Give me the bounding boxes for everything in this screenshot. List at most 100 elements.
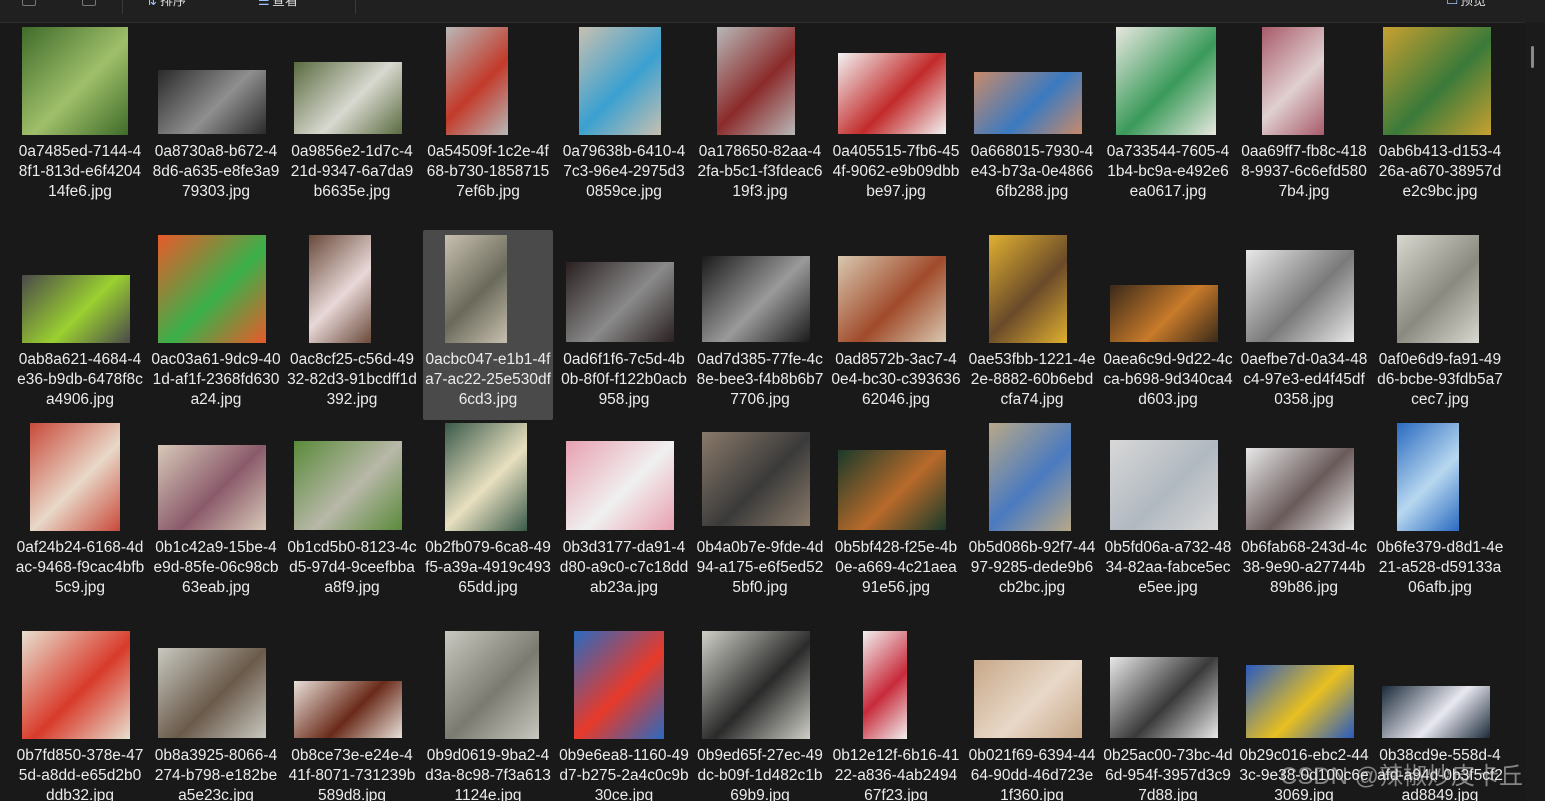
file-item[interactable]: 0b4a0b7e-9fde-4d94-a175-e6f5ed525bf0.jpg bbox=[695, 418, 825, 608]
file-item[interactable]: 0a8730a8-b672-48d6-a635-e8fe3a979303.jpg bbox=[151, 22, 281, 212]
file-item[interactable]: 0b6fab68-243d-4c38-9e90-a27744b89b86.jpg bbox=[1239, 418, 1369, 608]
file-name: 0a7485ed-7144-48f1-813d-e6f420414fe6.jpg bbox=[18, 143, 142, 200]
sort-button[interactable]: ⇅ 排序 bbox=[146, 0, 186, 10]
file-name: 0a668015-7930-4e43-b73a-0e48666fb288.jpg bbox=[970, 143, 1094, 200]
file-name: 0ab8a621-4684-4e36-b9db-6478f8ca4906.jpg bbox=[17, 351, 143, 408]
file-name: 0b5fd06a-a732-4834-82aa-fabce5ece5ee.jpg bbox=[1104, 539, 1232, 596]
view-icon: ☰ bbox=[258, 0, 270, 9]
preview-button[interactable]: ▭ 预览 bbox=[1446, 0, 1486, 10]
file-item[interactable]: 0af0e6d9-fa91-49d6-bcbe-93fdb5a7cec7.jpg bbox=[1375, 230, 1505, 420]
file-item[interactable]: 0b2fb079-6ca8-49f5-a39a-4919c49365dd.jpg bbox=[423, 418, 553, 608]
file-thumbnail bbox=[445, 631, 539, 739]
file-thumbnail bbox=[1382, 686, 1490, 738]
file-item[interactable]: 0a405515-7fb6-454f-9062-e9b09dbbbe97.jpg bbox=[831, 22, 961, 212]
file-name: 0b7fd850-378e-475d-a8dd-e65d2b0ddb32.jpg bbox=[16, 747, 144, 801]
vertical-scrollbar[interactable] bbox=[1525, 22, 1545, 801]
file-name: 0aea6c9d-9d22-4cca-b698-9d340ca4d603.jpg bbox=[1103, 351, 1233, 408]
file-thumbnail bbox=[446, 27, 508, 135]
file-item[interactable]: 0b5bf428-f25e-4b0e-a669-4c21aea91e56.jpg bbox=[831, 418, 961, 608]
file-item[interactable]: 0a668015-7930-4e43-b73a-0e48666fb288.jpg bbox=[967, 22, 1097, 212]
view-button[interactable]: ☰ 查看 bbox=[258, 0, 298, 10]
file-thumbnail bbox=[30, 423, 120, 531]
file-thumbnail bbox=[1116, 27, 1216, 135]
select-checkbox[interactable] bbox=[22, 0, 36, 6]
file-thumbnail bbox=[22, 275, 130, 343]
file-item[interactable]: 0ac8cf25-c56d-4932-82d3-91bcdff1d392.jpg bbox=[287, 230, 417, 420]
file-item[interactable]: 0b6fe379-d8d1-4e21-a528-d59133a06afb.jpg bbox=[1375, 418, 1505, 608]
file-item[interactable]: 0aa69ff7-fb8c-4188-9937-6c6efd5807b4.jpg bbox=[1239, 22, 1369, 212]
watermark: CSDN @辣椒炒皮卡丘 bbox=[1280, 763, 1524, 790]
file-thumbnail bbox=[838, 256, 946, 342]
file-item[interactable]: 0b1c42a9-15be-4e9d-85fe-06c98cb63eab.jpg bbox=[151, 418, 281, 608]
file-thumbnail bbox=[574, 631, 664, 739]
file-thumbnail bbox=[974, 660, 1082, 738]
file-item[interactable]: 0b12e12f-6b16-4122-a836-4ab249467f23.jpg bbox=[831, 626, 961, 801]
file-item[interactable]: 0a79638b-6410-47c3-96e4-2975d30859ce.jpg bbox=[559, 22, 689, 212]
file-item[interactable]: 0b021f69-6394-4464-90dd-46d723e1f360.jpg bbox=[967, 626, 1097, 801]
file-name: 0b021f69-6394-4464-90dd-46d723e1f360.jpg bbox=[968, 747, 1096, 801]
file-name: 0a79638b-6410-47c3-96e4-2975d30859ce.jpg bbox=[562, 143, 686, 200]
file-item[interactable]: 0b9d0619-9ba2-4d3a-8c98-7f3a6131124e.jpg bbox=[423, 626, 553, 801]
file-thumbnail bbox=[158, 235, 266, 343]
file-item[interactable]: 0b8a3925-8066-4274-b798-e182bea5e23c.jpg bbox=[151, 626, 281, 801]
file-item[interactable]: 0ab8a621-4684-4e36-b9db-6478f8ca4906.jpg bbox=[15, 230, 145, 420]
file-name: 0b2fb079-6ca8-49f5-a39a-4919c49365dd.jpg bbox=[425, 539, 551, 596]
file-thumbnail bbox=[1246, 448, 1354, 530]
file-name: 0b8a3925-8066-4274-b798-e182bea5e23c.jpg bbox=[154, 747, 278, 801]
file-item[interactable]: 0acbc047-e1b1-4fa7-ac22-25e530df6cd3.jpg bbox=[423, 230, 553, 420]
file-item[interactable]: 0aea6c9d-9d22-4cca-b698-9d340ca4d603.jpg bbox=[1103, 230, 1233, 420]
file-item[interactable]: 0ad7d385-77fe-4c8e-bee3-f4b8b6b77706.jpg bbox=[695, 230, 825, 420]
file-thumbnail bbox=[445, 235, 507, 343]
file-thumbnail bbox=[1397, 423, 1459, 531]
file-name: 0a733544-7605-41b4-bc9a-e492e6ea0617.jpg bbox=[1106, 143, 1230, 200]
file-item[interactable]: 0b5fd06a-a732-4834-82aa-fabce5ece5ee.jpg bbox=[1103, 418, 1233, 608]
toolbar-divider-2 bbox=[355, 0, 356, 14]
file-item[interactable]: 0a54509f-1c2e-4f68-b730-18587157ef6b.jpg bbox=[423, 22, 553, 212]
file-thumbnail bbox=[1246, 665, 1354, 738]
file-name: 0af0e6d9-fa91-49d6-bcbe-93fdb5a7cec7.jpg bbox=[1377, 351, 1503, 408]
file-item[interactable]: 0a7485ed-7144-48f1-813d-e6f420414fe6.jpg bbox=[15, 22, 145, 212]
file-item[interactable]: 0b9e6ea8-1160-49d7-b275-2a4c0c9b30ce.jpg bbox=[559, 626, 689, 801]
file-thumbnail bbox=[566, 441, 674, 530]
file-item[interactable]: 0ad8572b-3ac7-40e4-bc30-c39363662046.jpg bbox=[831, 230, 961, 420]
file-item[interactable]: 0aefbe7d-0a34-48c4-97e3-ed4f45df0358.jpg bbox=[1239, 230, 1369, 420]
view-label: 查看 bbox=[272, 0, 299, 9]
file-item[interactable]: 0b25ac00-73bc-4d6d-954f-3957d3c97d88.jpg bbox=[1103, 626, 1233, 801]
file-thumbnail bbox=[1383, 27, 1491, 135]
file-name: 0aefbe7d-0a34-48c4-97e3-ed4f45df0358.jpg bbox=[1240, 351, 1368, 408]
file-name: 0af24b24-6168-4dac-9468-f9cac4bfb5c9.jpg bbox=[15, 539, 145, 596]
select-checkbox-2[interactable] bbox=[82, 0, 96, 6]
file-item[interactable]: 0a178650-82aa-42fa-b5c1-f3fdeac619f3.jpg bbox=[695, 22, 825, 212]
file-item[interactable]: 0a9856e2-1d7c-421d-9347-6a7da9b6635e.jpg bbox=[287, 22, 417, 212]
file-name: 0b8ce73e-e24e-441f-8071-731239b589d8.jpg bbox=[288, 747, 416, 801]
file-item[interactable]: 0b3d3177-da91-4d80-a9c0-c7c18ddab23a.jpg bbox=[559, 418, 689, 608]
file-item[interactable]: 0b1cd5b0-8123-4cd5-97d4-9ceefbbaa8f9.jpg bbox=[287, 418, 417, 608]
file-item[interactable]: 0b8ce73e-e24e-441f-8071-731239b589d8.jpg bbox=[287, 626, 417, 801]
file-thumbnail bbox=[702, 256, 810, 342]
file-thumbnail bbox=[1262, 27, 1324, 135]
file-thumbnail bbox=[22, 27, 128, 135]
file-item[interactable]: 0ac03a61-9dc9-401d-af1f-2368fd630a24.jpg bbox=[151, 230, 281, 420]
file-name: 0b9d0619-9ba2-4d3a-8c98-7f3a6131124e.jpg bbox=[425, 747, 551, 801]
toolbar-divider bbox=[122, 0, 123, 14]
file-name: 0a54509f-1c2e-4f68-b730-18587157ef6b.jpg bbox=[426, 143, 550, 200]
file-item[interactable]: 0a733544-7605-41b4-bc9a-e492e6ea0617.jpg bbox=[1103, 22, 1233, 212]
file-thumbnail bbox=[579, 27, 661, 135]
file-name: 0ac8cf25-c56d-4932-82d3-91bcdff1d392.jpg bbox=[287, 351, 417, 408]
file-name: 0ab6b413-d153-426a-a670-38957de2c9bc.jpg bbox=[1378, 143, 1502, 200]
file-item[interactable]: 0ae53fbb-1221-4e2e-8882-60b6ebdcfa74.jpg bbox=[967, 230, 1097, 420]
file-name: 0b4a0b7e-9fde-4d94-a175-e6f5ed525bf0.jpg bbox=[696, 539, 824, 596]
file-item[interactable]: 0ab6b413-d153-426a-a670-38957de2c9bc.jpg bbox=[1375, 22, 1505, 212]
file-item[interactable]: 0b9ed65f-27ec-49dc-b09f-1d482c1b69b9.jpg bbox=[695, 626, 825, 801]
file-thumbnail bbox=[566, 262, 674, 342]
file-name: 0acbc047-e1b1-4fa7-ac22-25e530df6cd3.jpg bbox=[425, 351, 551, 408]
file-item[interactable]: 0af24b24-6168-4dac-9468-f9cac4bfb5c9.jpg bbox=[15, 418, 145, 608]
file-thumbnail bbox=[294, 62, 402, 134]
scrollbar-thumb[interactable] bbox=[1531, 46, 1534, 68]
file-thumbnail bbox=[294, 681, 402, 738]
file-name: 0b9e6ea8-1160-49d7-b275-2a4c0c9b30ce.jpg bbox=[559, 747, 689, 801]
file-thumbnail bbox=[158, 445, 266, 530]
file-item[interactable]: 0b7fd850-378e-475d-a8dd-e65d2b0ddb32.jpg bbox=[15, 626, 145, 801]
file-item[interactable]: 0b5d086b-92f7-4497-9285-dede9b6cb2bc.jpg bbox=[967, 418, 1097, 608]
file-item[interactable]: 0ad6f1f6-7c5d-4b0b-8f0f-f122b0acb958.jpg bbox=[559, 230, 689, 420]
